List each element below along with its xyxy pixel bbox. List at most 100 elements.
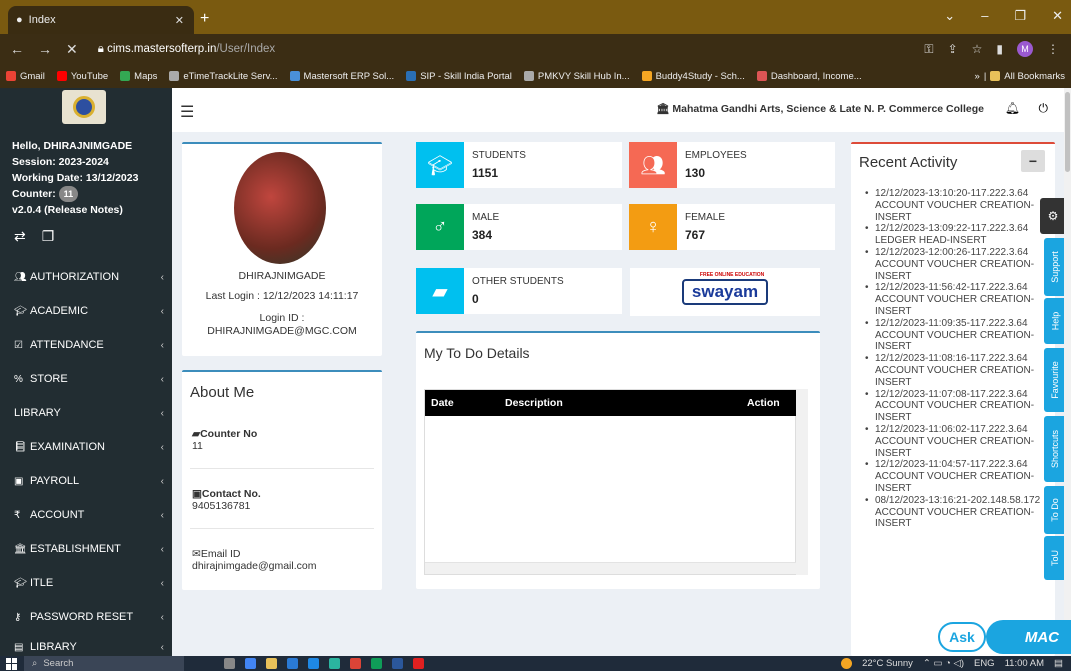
page-scrollbar[interactable]: [1064, 88, 1071, 656]
clock[interactable]: 11:00 AM: [1005, 658, 1044, 669]
vertical-scrollbar[interactable]: [796, 389, 808, 575]
chevron-left-icon: ‹: [160, 475, 164, 487]
bookmark-gmail[interactable]: Gmail: [6, 71, 45, 82]
key-icon[interactable]: ⚿: [924, 42, 933, 57]
word-icon[interactable]: [392, 658, 403, 669]
restore-button[interactable]: ❐: [1014, 8, 1026, 24]
bookmark-sip[interactable]: SIP - Skill India Portal: [406, 71, 512, 82]
close-tab-icon[interactable]: ✕: [175, 14, 184, 27]
stat-other-students[interactable]: ▰ OTHER STUDENTS 0: [416, 268, 622, 314]
forward-icon[interactable]: →: [38, 41, 52, 58]
stat-female[interactable]: ♀ FEMALE 767: [629, 204, 835, 250]
sidebar-item-library[interactable]: LIBRARY ‹: [0, 396, 172, 430]
bookmark-pmkvy[interactable]: PMKVY Skill Hub In...: [523, 71, 630, 82]
tray-icons[interactable]: ⌃ ▭ ◔ ◁): [923, 658, 964, 669]
column-description[interactable]: Description: [505, 397, 563, 409]
store-icon[interactable]: [287, 658, 298, 669]
sidebar-item-itle[interactable]: 🎓︎ ITLE ‹: [0, 566, 172, 600]
sidebar-item-examination[interactable]: 📘︎ EXAMINATION ‹: [0, 430, 172, 464]
mail-icon[interactable]: [308, 658, 319, 669]
sidebar-item-establishment[interactable]: 🏛︎ ESTABLISHMENT ‹: [0, 532, 172, 566]
url-field[interactable]: 🔒︎ cims.mastersofterp.in/User/Index: [98, 43, 275, 56]
sidebar-item-password-reset[interactable]: ⚷ PASSWORD RESET ‹: [0, 600, 172, 634]
page-scrollbar-thumb[interactable]: [1065, 92, 1070, 172]
address-bar-actions: ⚿ ⇪ ☆ ▮ M ⋮: [924, 41, 1059, 57]
close-window-button[interactable]: ✕: [1052, 8, 1063, 24]
taskbar-search[interactable]: ⌕ Search: [24, 656, 184, 671]
tab-shortcuts[interactable]: Shortcuts: [1044, 416, 1066, 482]
sidebar-item-academic[interactable]: 🎓︎ ACADEMIC ‹: [0, 294, 172, 328]
bookmark-buddy4study[interactable]: Buddy4Study - Sch...: [641, 71, 745, 82]
contact-field: ▣Contact No. 9405136781: [192, 488, 261, 512]
recent-activity-card: Recent Activity − 12/12/2023-13:10:20-11…: [851, 142, 1055, 656]
bookmark-maps[interactable]: Maps: [120, 71, 157, 82]
tab-favourite[interactable]: Favourite: [1044, 348, 1066, 412]
bank-icon: 🏛︎: [656, 103, 673, 115]
switch-icon[interactable]: ⇄: [14, 228, 26, 245]
stat-employees[interactable]: 👥︎ EMPLOYEES 130: [629, 142, 835, 188]
recent-activity-title: Recent Activity: [859, 154, 958, 171]
tab-tou[interactable]: ToU: [1044, 536, 1066, 580]
todo-title: My To Do Details: [424, 345, 530, 361]
share-icon[interactable]: ⇪: [948, 42, 958, 56]
mac-chat-button[interactable]: MAC: [986, 620, 1071, 654]
tab-title: Index: [28, 14, 56, 26]
stat-value: 130: [685, 166, 706, 180]
profile-avatar[interactable]: M: [1017, 41, 1033, 57]
browser-tab[interactable]: ● Index ✕: [8, 6, 194, 34]
notification-icon[interactable]: ▤: [1054, 658, 1063, 669]
taskview-icon[interactable]: [224, 658, 235, 669]
sidebar-item-payroll[interactable]: ▣ PAYROLL ‹: [0, 464, 172, 498]
minimize-button[interactable]: –: [981, 8, 988, 24]
stat-students[interactable]: 🎓︎ STUDENTS 1151: [416, 142, 622, 188]
column-action[interactable]: Action: [747, 397, 780, 409]
sidebar-item-attendance[interactable]: ☑ ATTENDANCE ‹: [0, 328, 172, 362]
language-indicator[interactable]: ENG: [974, 658, 995, 669]
stat-male[interactable]: ♂ MALE 384: [416, 204, 622, 250]
menu-dots-icon[interactable]: ⋮: [1047, 42, 1059, 56]
horizontal-scrollbar[interactable]: [425, 562, 797, 574]
chrome-icon[interactable]: [245, 658, 256, 669]
tab-todo[interactable]: To Do: [1044, 486, 1066, 534]
copy-icon[interactable]: ❐: [42, 228, 55, 245]
gear-icon[interactable]: ⚙: [1040, 198, 1066, 234]
sidebar-item-authorization[interactable]: 👥︎ AUTHORIZATION ‹: [0, 260, 172, 294]
star-icon[interactable]: ☆: [972, 42, 983, 56]
all-bookmarks[interactable]: » | All Bookmarks: [975, 71, 1065, 82]
contact-field-value: 9405136781: [192, 500, 251, 512]
collapse-button[interactable]: −: [1021, 150, 1045, 172]
edge-icon[interactable]: [329, 658, 340, 669]
key-icon: ⚷: [14, 611, 22, 623]
tab-label: Favourite: [1050, 361, 1060, 399]
bell-icon[interactable]: 🔔︎: [1005, 101, 1020, 115]
back-icon[interactable]: ←: [10, 41, 24, 58]
windows-start-icon[interactable]: [6, 657, 18, 670]
bookmark-dashboard[interactable]: Dashboard, Income...: [756, 71, 862, 82]
version-link[interactable]: v2.0.4 (Release Notes): [12, 202, 138, 218]
weather-text[interactable]: 22°C Sunny: [862, 658, 913, 669]
bookmark-mastersoft[interactable]: Mastersoft ERP Sol...: [289, 71, 394, 82]
list-item: 12/12/2023-11:56:42-117.222.3.64 ACCOUNT…: [865, 282, 1051, 317]
hamburger-menu-icon[interactable]: ☰: [180, 102, 194, 122]
bookmark-etimetrack[interactable]: eTimeTrackLite Serv...: [169, 71, 278, 82]
stop-icon[interactable]: ✕: [66, 41, 78, 58]
swayam-link[interactable]: FREE ONLINE EDUCATION swayam: [630, 268, 820, 316]
power-icon[interactable]: ⏻: [1039, 101, 1049, 116]
ask-button[interactable]: Ask: [938, 622, 986, 652]
bookmark-youtube[interactable]: YouTube: [56, 71, 108, 82]
chrome-icon-3[interactable]: [371, 658, 382, 669]
sidebar-item-store[interactable]: % STORE ‹: [0, 362, 172, 396]
stat-value: 0: [472, 292, 479, 306]
explorer-icon[interactable]: [266, 658, 277, 669]
chrome-icon-2[interactable]: [350, 658, 361, 669]
sidebar-item-account[interactable]: ₹ ACCOUNT ‹: [0, 498, 172, 532]
sidebar-icon[interactable]: ▮: [996, 42, 1003, 56]
chevron-down-icon[interactable]: ⌄: [944, 8, 955, 24]
tab-support[interactable]: Support: [1044, 238, 1066, 296]
money-icon: ▣: [14, 475, 24, 487]
column-date[interactable]: Date: [431, 397, 454, 409]
acrobat-icon[interactable]: [413, 658, 424, 669]
tab-help[interactable]: Help: [1044, 298, 1066, 344]
new-tab-button[interactable]: +: [200, 10, 209, 28]
bookmark-label: Maps: [134, 70, 158, 82]
